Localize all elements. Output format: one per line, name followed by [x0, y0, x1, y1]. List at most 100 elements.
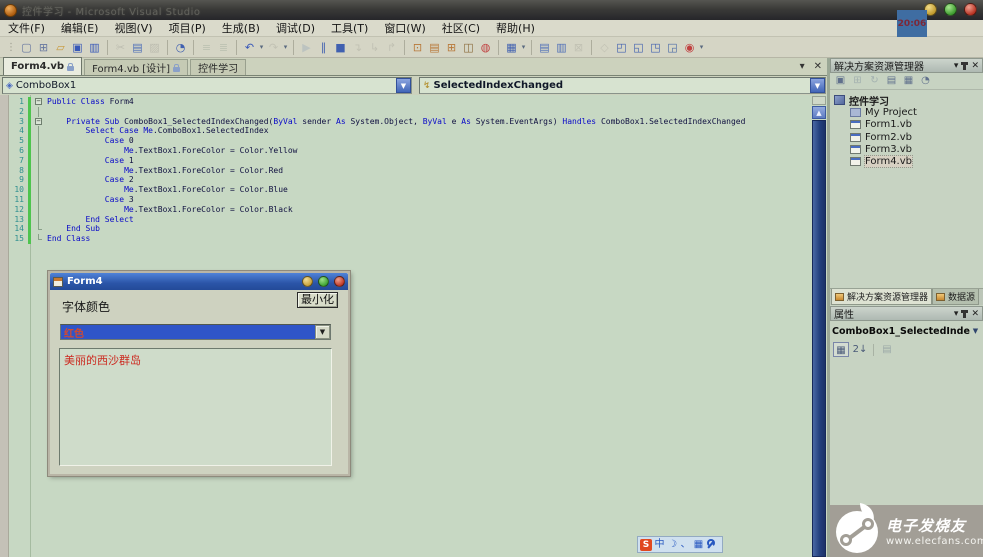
tab-Form4.vb [设计][interactable]: Form4.vb [设计]	[84, 59, 188, 75]
code-line[interactable]: 12 Me.TextBox1.ForeColor = Color.Black	[0, 205, 820, 215]
form-maximize-button[interactable]	[318, 276, 329, 287]
error-list-icon[interactable]: ◍	[477, 39, 494, 56]
pane-chevron-icon[interactable]: ▾	[954, 309, 959, 319]
tree-item-form1-vb[interactable]: Form1.vb	[850, 119, 983, 131]
float-window-icon[interactable]: ◰	[613, 39, 630, 56]
break-all-icon[interactable]: ∥	[315, 39, 332, 56]
code-line[interactable]: 14 End Sub	[0, 224, 820, 234]
splitter-handle[interactable]	[812, 96, 826, 105]
menu-item[interactable]: 生成(B)	[214, 20, 268, 36]
code-line[interactable]: 3 Private Sub ComboBox1_SelectedIndexCha…	[0, 117, 820, 127]
menu-item[interactable]: 调试(D)	[268, 20, 323, 36]
code-line[interactable]: 7 Case 1	[0, 156, 820, 166]
close-button[interactable]	[964, 3, 977, 16]
stop-debug-icon[interactable]: ■	[332, 39, 349, 56]
code-line[interactable]: 4 Select Case Me.ComboBox1.SelectedIndex	[0, 126, 820, 136]
properties-window-icon[interactable]: ▤	[426, 39, 443, 56]
tree-item-form3-vb[interactable]: Form3.vb	[850, 143, 983, 155]
maximize-button[interactable]	[944, 3, 957, 16]
code-line[interactable]: 1Public Class Form4	[0, 97, 820, 107]
tree-item-form2-vb[interactable]: Form2.vb	[850, 131, 983, 143]
editor-vertical-scrollbar[interactable]: ▲	[812, 96, 826, 557]
tab-控件学习[interactable]: 控件学习	[190, 59, 246, 75]
menu-item[interactable]: 文件(F)	[0, 20, 53, 36]
dropdown-caret-icon[interactable]: ▾	[258, 43, 265, 51]
tree-item-project[interactable]: 控件学习	[834, 94, 983, 106]
pane-close-icon[interactable]: ✕	[971, 309, 979, 319]
code-line[interactable]: 15End Class	[0, 234, 820, 244]
toolbox-icon[interactable]: ⊞	[443, 39, 460, 56]
code-line[interactable]: 10 Me.TextBox1.ForeColor = Color.Blue	[0, 185, 820, 195]
color-combobox-arrow-icon[interactable]: ▼	[315, 325, 330, 339]
pin-icon[interactable]	[963, 310, 966, 318]
add-item-icon[interactable]: ⊞	[35, 39, 52, 56]
properties-object-dropdown[interactable]: ComboBox1_SelectedIndexChan ▼	[830, 323, 983, 339]
code-line[interactable]: 13 End Select	[0, 215, 820, 225]
form-close-button[interactable]	[334, 276, 345, 287]
code-line[interactable]: 5 Case 0	[0, 136, 820, 146]
tab-close-icon[interactable]: ✕	[814, 60, 822, 73]
class-diagram-icon[interactable]: ◔	[918, 74, 933, 88]
dropdown-caret-icon[interactable]: ▾	[698, 43, 705, 51]
sogou-icon[interactable]: S	[640, 539, 652, 551]
categorized-icon[interactable]: ▦	[833, 342, 849, 357]
minimize-form-button[interactable]: 最小化	[297, 292, 338, 308]
scroll-up-icon[interactable]: ▲	[812, 106, 826, 119]
panel-tab-解决方案资源管理器[interactable]: 解决方案资源管理器	[831, 289, 932, 305]
menu-item[interactable]: 项目(P)	[161, 20, 214, 36]
tab-scroll-chevron-icon[interactable]: ▾	[800, 60, 805, 73]
fullwidth-icon[interactable]: ☽	[667, 537, 678, 552]
properties-icon[interactable]: ▣	[833, 74, 848, 88]
menu-item[interactable]: 社区(C)	[434, 20, 488, 36]
tree-item-form4-vb[interactable]: Form4.vb	[850, 155, 983, 167]
form-minimize-button[interactable]	[302, 276, 313, 287]
copy-icon[interactable]: ▤	[129, 39, 146, 56]
form4-window[interactable]: Form4 字体颜色 最小化 红色 ▼ 美丽的西沙群岛	[48, 271, 350, 476]
solution-explorer-icon[interactable]: ⊡	[409, 39, 426, 56]
save-all-icon[interactable]: ▥	[86, 39, 103, 56]
view-code-icon[interactable]: ▤	[884, 74, 899, 88]
collapse-icon[interactable]	[35, 118, 42, 125]
bookmark-icon[interactable]: ▥	[553, 39, 570, 56]
punctuation-icon[interactable]: 、	[680, 537, 691, 552]
auto-hide-icon[interactable]: ◲	[664, 39, 681, 56]
fold-margin[interactable]	[33, 97, 47, 107]
menu-item[interactable]: 帮助(H)	[488, 20, 543, 36]
settings-wrench-icon[interactable]	[706, 539, 716, 551]
color-combobox[interactable]: 红色 ▼	[60, 324, 331, 340]
command-window-icon[interactable]: ▦	[503, 39, 520, 56]
object-dropdown-arrow-icon[interactable]: ▼	[396, 78, 411, 93]
menu-item[interactable]: 视图(V)	[106, 20, 160, 36]
form4-title-bar[interactable]: Form4	[50, 273, 348, 290]
code-line[interactable]: 9 Case 2	[0, 175, 820, 185]
demo-textbox[interactable]: 美丽的西沙群岛	[59, 348, 332, 466]
code-line[interactable]: 6 Me.TextBox1.ForeColor = Color.Yellow	[0, 146, 820, 156]
tree-item-my-project[interactable]: My Project	[850, 106, 983, 118]
event-dropdown-arrow-icon[interactable]: ▼	[810, 78, 825, 93]
ime-bar[interactable]: S中☽、▦	[637, 536, 723, 553]
undo-icon[interactable]: ↶	[241, 39, 258, 56]
object-browser-icon[interactable]: ◫	[460, 39, 477, 56]
menu-item[interactable]: 工具(T)	[323, 20, 376, 36]
open-file-icon[interactable]: ▱	[52, 39, 69, 56]
find-icon[interactable]: ◔	[172, 39, 189, 56]
panel-tab-数据源[interactable]: 数据源	[932, 289, 979, 305]
soft-keyboard-icon[interactable]: ▦	[693, 537, 704, 552]
code-line[interactable]: 11 Case 3	[0, 195, 820, 205]
properties-header[interactable]: 属性 ▾ ✕	[830, 306, 983, 321]
save-icon[interactable]: ▣	[69, 39, 86, 56]
dock-window-icon[interactable]: ◱	[630, 39, 647, 56]
properties-object-arrow-icon[interactable]: ▼	[970, 327, 981, 335]
code-line[interactable]: 8 Me.TextBox1.ForeColor = Color.Red	[0, 166, 820, 176]
chinese-mode-icon[interactable]: 中	[654, 537, 665, 552]
web-browser-icon[interactable]: ◉	[681, 39, 698, 56]
event-dropdown[interactable]: ↯ SelectedIndexChanged ▼	[419, 77, 826, 94]
dropdown-caret-icon[interactable]: ▾	[520, 43, 527, 51]
pane-close-icon[interactable]: ✕	[971, 61, 979, 71]
pane-chevron-icon[interactable]: ▾	[954, 61, 959, 71]
code-line[interactable]: 2	[0, 107, 820, 117]
collapse-icon[interactable]	[35, 98, 42, 105]
object-dropdown[interactable]: ◈ ComboBox1 ▼	[2, 77, 412, 94]
fold-margin[interactable]	[33, 117, 47, 127]
pin-icon[interactable]	[963, 62, 966, 70]
